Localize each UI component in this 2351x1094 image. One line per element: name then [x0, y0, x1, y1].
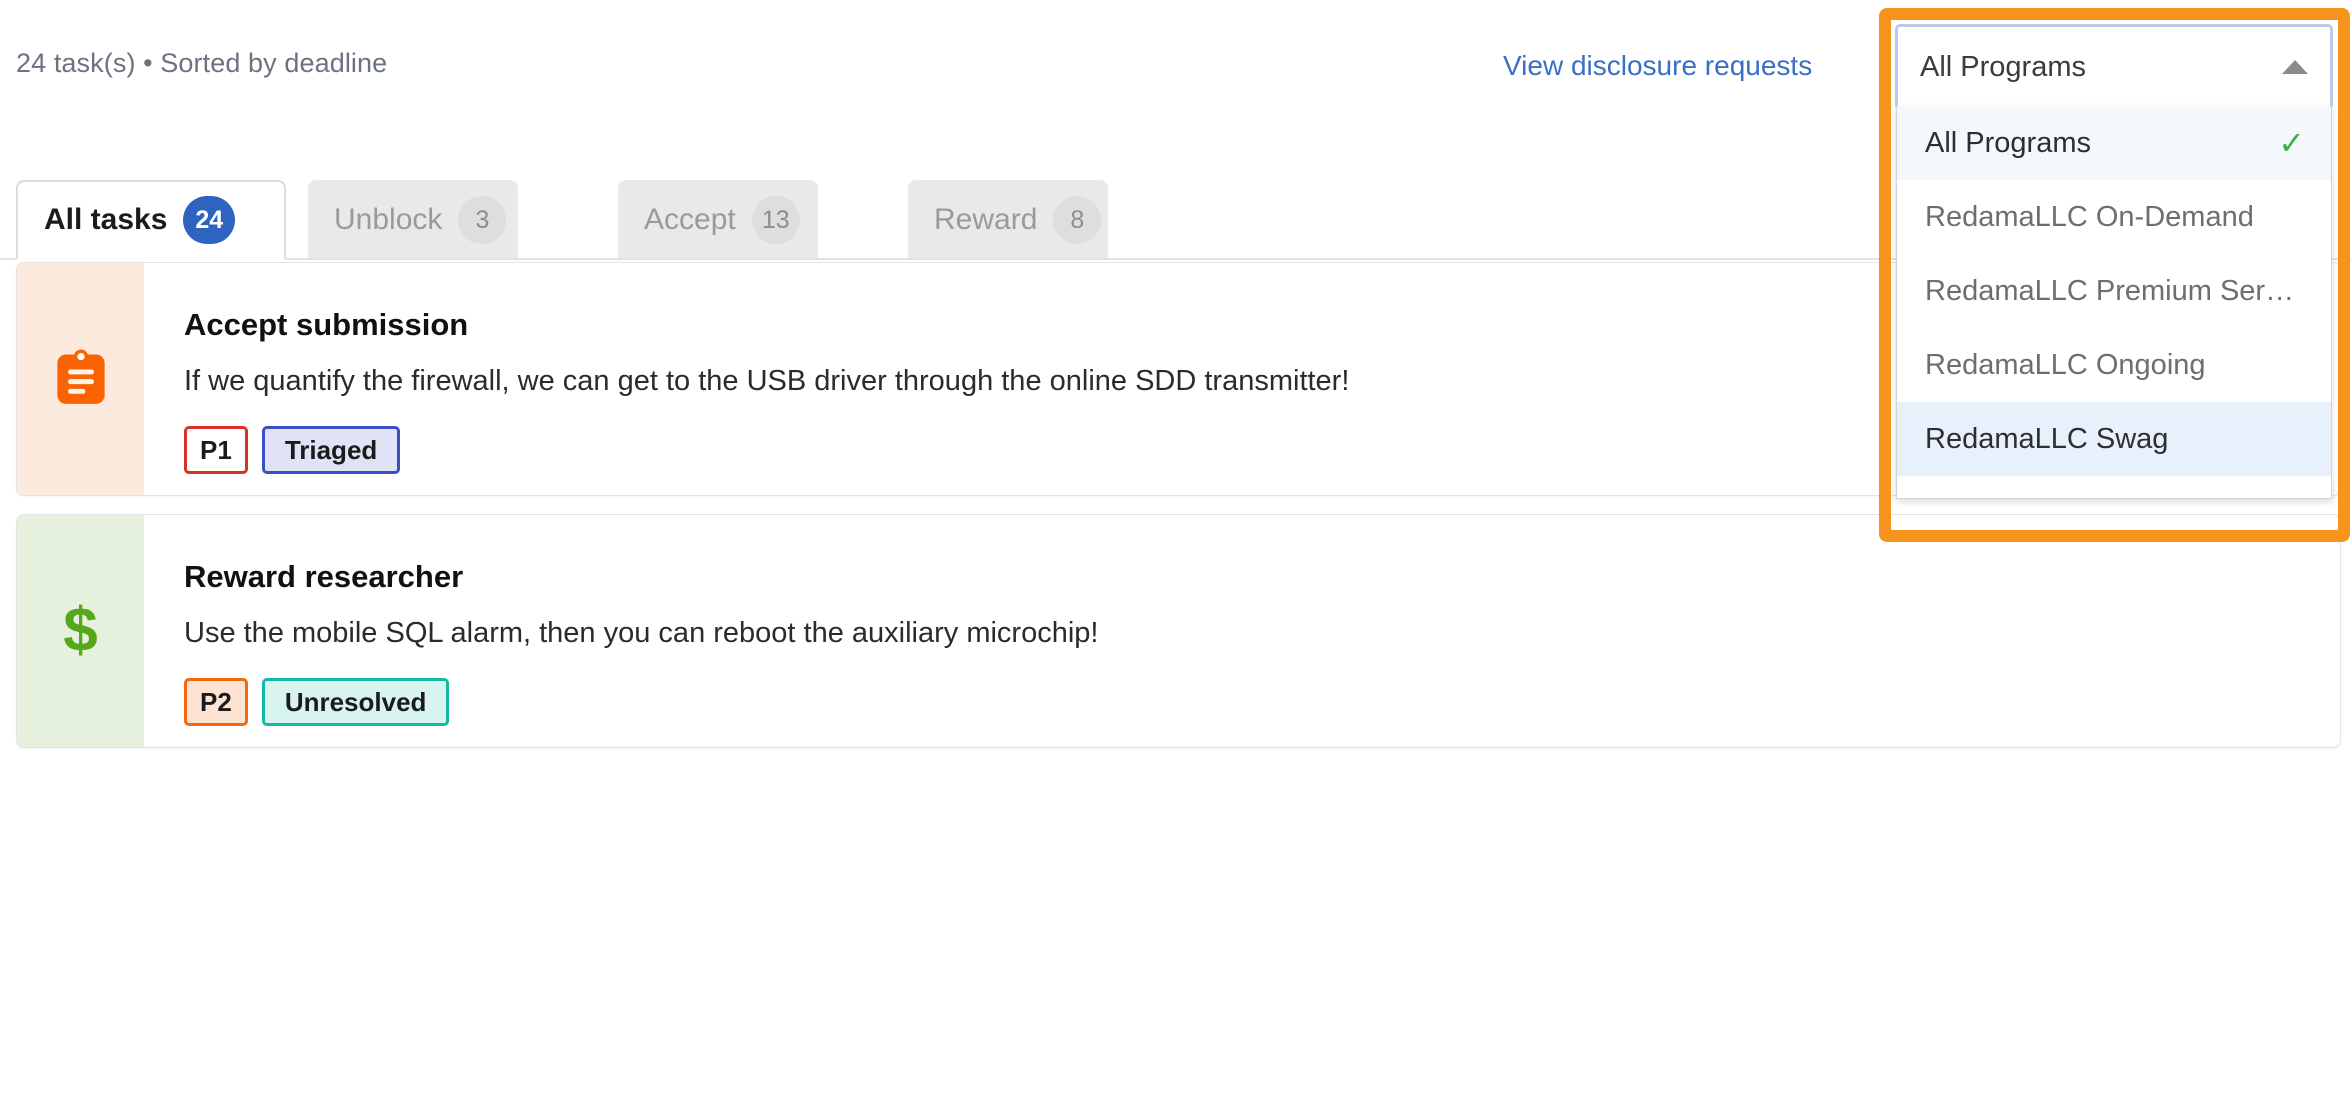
program-option-label: RedamaLLC Swag	[1925, 422, 2169, 455]
tab-count-badge: 13	[751, 196, 800, 244]
program-select-button[interactable]: All Programs	[1895, 24, 2333, 110]
tab-all-tasks[interactable]: All tasks 24	[16, 180, 286, 260]
check-icon: ✓	[2278, 125, 2305, 161]
task-type-strip	[17, 263, 144, 495]
task-summary-text: 24 task(s) • Sorted by deadline	[16, 48, 388, 78]
task-title: Reward researcher	[184, 559, 464, 594]
priority-badge: P1	[184, 426, 248, 474]
tab-count-badge: 3	[458, 196, 507, 244]
view-disclosure-requests-link[interactable]: View disclosure requests	[1503, 50, 1812, 82]
program-option-label: RedamaLLC Ongoing	[1925, 348, 2206, 381]
priority-badge: P2	[184, 678, 248, 726]
clipboard-icon	[55, 348, 107, 411]
tab-count-badge: 24	[183, 196, 236, 244]
task-description: Use the mobile SQL alarm, then you can r…	[184, 617, 1099, 649]
chevron-up-icon	[2282, 60, 2308, 74]
program-dropdown-menu: All Programs ✓ RedamaLLC On-Demand RedamaLL…	[1896, 106, 2332, 499]
tab-reward[interactable]: Reward 8	[908, 180, 1108, 260]
task-inbox-page: 24 task(s) • Sorted by deadline View dis…	[0, 0, 2351, 1094]
program-option[interactable]: RedamaLLC Ongoing	[1897, 328, 2331, 402]
tab-unblock[interactable]: Unblock 3	[308, 180, 518, 260]
tab-label: Accept	[644, 203, 736, 236]
program-option[interactable]: RedamaLLC On-Demand	[1897, 180, 2331, 254]
task-type-strip: $	[17, 515, 144, 747]
tab-label: Unblock	[334, 203, 443, 236]
dollar-icon: $	[63, 596, 98, 665]
tab-label: Reward	[934, 203, 1038, 236]
tab-accept[interactable]: Accept 13	[618, 180, 818, 260]
program-option-label: RedamaLLC Premium Servi...	[1925, 274, 2305, 307]
program-option-label: RedamaLLC On-Demand	[1925, 200, 2254, 233]
task-card-body: Reward researcher Use the mobile SQL alar…	[144, 515, 2340, 747]
program-filter: All Programs All Programs ✓ RedamaLLC On-D…	[1895, 24, 2333, 499]
program-option[interactable]: All Programs ✓	[1897, 106, 2331, 180]
tab-label: All tasks	[44, 203, 168, 236]
status-badge: Unresolved	[261, 678, 450, 726]
status-badge: Triaged	[261, 426, 401, 474]
tab-count-badge: 8	[1053, 196, 1102, 244]
task-card[interactable]: $ Reward researcher Use the mobile SQL ala…	[16, 514, 2341, 748]
program-select-value: All Programs	[1920, 50, 2086, 83]
task-badges: P2 Unresolved	[184, 678, 2300, 726]
program-option[interactable]: RedamaLLC Swag	[1897, 402, 2331, 476]
program-option[interactable]: RedamaLLC Premium Servi...	[1897, 254, 2331, 328]
program-option-label: All Programs	[1925, 126, 2091, 159]
